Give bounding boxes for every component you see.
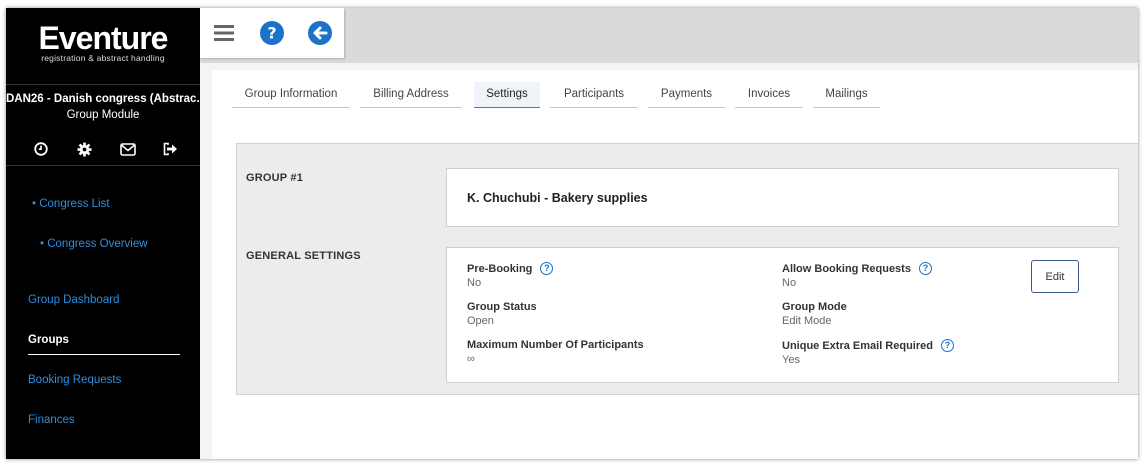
- logo: Eventure registration & abstract handlin…: [6, 22, 200, 63]
- edit-button[interactable]: Edit: [1031, 260, 1079, 293]
- setting-group-status: Group Status Open: [467, 301, 537, 327]
- clock-icon[interactable]: [31, 139, 51, 159]
- setting-label: Unique Extra Email Required: [782, 339, 933, 352]
- toolbar: ?: [200, 8, 344, 58]
- tab-mailings[interactable]: Mailings: [813, 82, 880, 108]
- sidebar-icon-row: [31, 139, 181, 159]
- setting-pre-booking: Pre-Booking? No: [467, 262, 554, 289]
- menu-icon: [214, 25, 234, 41]
- nav-finances[interactable]: Finances: [28, 414, 75, 426]
- general-settings-box: Pre-Booking? No Allow Booking Requests? …: [446, 247, 1119, 383]
- setting-group-mode: Group Mode Edit Mode: [782, 301, 847, 327]
- back-arrow-icon: [308, 21, 332, 45]
- tab-invoices[interactable]: Invoices: [735, 82, 803, 108]
- setting-max-participants: Maximum Number Of Participants ∞: [467, 339, 644, 365]
- tab-participants[interactable]: Participants: [550, 82, 638, 108]
- group-name: K. Chuchubi - Bakery supplies: [467, 191, 648, 205]
- congress-name: DAN26 - Danish congress (Abstrac...: [6, 93, 200, 105]
- menu-button[interactable]: [200, 8, 248, 58]
- setting-value: Open: [467, 315, 494, 327]
- tab-payments[interactable]: Payments: [648, 82, 725, 108]
- setting-value: Yes: [782, 354, 800, 366]
- group-section-label: GROUP #1: [246, 172, 304, 184]
- setting-value: No: [467, 277, 482, 289]
- general-settings-label: GENERAL SETTINGS: [246, 250, 361, 262]
- help-button[interactable]: ?: [248, 8, 296, 58]
- help-icon[interactable]: ?: [540, 262, 554, 275]
- setting-value: Edit Mode: [782, 315, 832, 327]
- setting-label: Allow Booking Requests: [782, 262, 911, 275]
- congress-overview-link[interactable]: • Congress Overview: [40, 238, 148, 250]
- top-bar: ?: [200, 8, 1138, 63]
- help-icon[interactable]: ?: [940, 339, 954, 352]
- tab-settings[interactable]: Settings: [474, 82, 540, 108]
- group-name-box: K. Chuchubi - Bakery supplies: [446, 168, 1119, 227]
- active-nav-underline: [28, 354, 180, 355]
- help-icon: ?: [260, 21, 284, 45]
- logo-main: Eventure: [38, 20, 169, 56]
- setting-label: Group Status: [467, 301, 537, 313]
- setting-label: Maximum Number Of Participants: [467, 339, 644, 351]
- sidebar: Eventure registration & abstract handlin…: [6, 8, 200, 459]
- setting-value: No: [782, 277, 797, 289]
- setting-label: Pre-Booking: [467, 262, 533, 275]
- help-icon[interactable]: ?: [918, 262, 932, 275]
- tab-group-information[interactable]: Group Information: [232, 82, 350, 108]
- divider: [6, 165, 200, 166]
- setting-allow-booking-requests: Allow Booking Requests? No: [782, 262, 932, 289]
- app-window: Eventure registration & abstract handlin…: [6, 8, 1138, 459]
- setting-value: ∞: [467, 353, 475, 365]
- nav-booking-requests[interactable]: Booking Requests: [28, 374, 121, 386]
- nav-groups[interactable]: Groups: [28, 334, 69, 346]
- congress-list-link[interactable]: • Congress List: [32, 198, 110, 210]
- gear-icon[interactable]: [74, 139, 94, 159]
- module-name: Group Module: [66, 109, 140, 121]
- tab-billing-address[interactable]: Billing Address: [360, 82, 462, 108]
- setting-label: Group Mode: [782, 301, 847, 313]
- logout-icon[interactable]: [161, 139, 181, 159]
- main-content: Group Information Billing Address Settin…: [212, 70, 1138, 459]
- back-button[interactable]: [296, 8, 344, 58]
- mail-icon[interactable]: [118, 139, 138, 159]
- settings-panel: GROUP #1 K. Chuchubi - Bakery supplies G…: [236, 143, 1138, 395]
- setting-unique-extra-email: Unique Extra Email Required? Yes: [782, 339, 954, 366]
- nav-group-dashboard[interactable]: Group Dashboard: [28, 294, 119, 306]
- divider: [6, 84, 200, 85]
- svg-text:?: ?: [267, 24, 276, 43]
- logo-tagline: registration & abstract handling: [41, 53, 165, 63]
